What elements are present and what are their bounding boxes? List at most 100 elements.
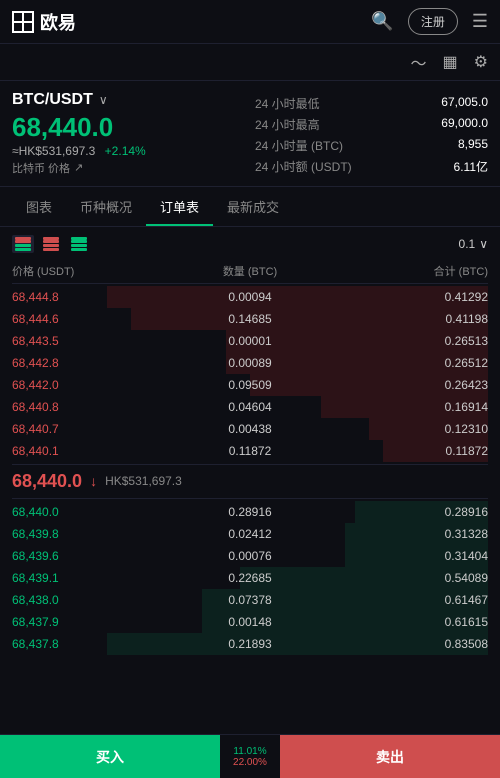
pair-dropdown-icon[interactable]: ∨ [99, 93, 108, 107]
buy-total: 0.31404 [329, 549, 488, 563]
buy-pct: 11.01% [220, 746, 280, 757]
buy-order-row[interactable]: 68,437.90.001480.61615 [12, 611, 488, 633]
header: 欧易 🔍 注册 ☰ [0, 0, 500, 44]
buy-orders: 68,440.00.289160.2891668,439.80.024120.3… [12, 501, 488, 655]
sell-total: 0.26423 [329, 378, 488, 392]
orderbook-controls: 0.1 ∨ [12, 235, 488, 253]
stat3-label: 24 小时量 (BTC) [255, 137, 343, 154]
tab-overview[interactable]: 币种概况 [66, 187, 146, 226]
precision-select[interactable]: 0.1 ∨ [459, 237, 488, 251]
buy-button[interactable]: 买入 [0, 735, 220, 778]
col-price-header: 价格 (USDT) [12, 263, 171, 279]
stat1-value: 67,005.0 [441, 95, 488, 112]
sell-order-row[interactable]: 68,443.50.000010.26513 [12, 330, 488, 352]
sell-qty: 0.04604 [171, 400, 330, 414]
buy-order-row[interactable]: 68,437.80.218930.83508 [12, 633, 488, 655]
stat4-label: 24 小时额 (USDT) [255, 158, 352, 175]
sell-order-row[interactable]: 68,440.70.004380.12310 [12, 418, 488, 440]
tab-chart[interactable]: 图表 [12, 187, 66, 226]
logo-icon [12, 11, 34, 33]
buy-qty: 0.21893 [171, 637, 330, 651]
view-icons [12, 235, 90, 253]
market-info: BTC/USDT ∨ 68,440.0 ≈HK$531,697.3 +2.14%… [0, 81, 500, 187]
bottom-bar: 买入 11.01% 22.00% 卖出 [0, 734, 500, 778]
buy-order-row[interactable]: 68,438.00.073780.61467 [12, 589, 488, 611]
buy-price: 68,439.1 [12, 571, 171, 585]
sell-order-row[interactable]: 68,444.80.000940.41292 [12, 286, 488, 308]
stat-row-2: 24 小时最高 69,000.0 [255, 116, 488, 133]
buy-price: 68,440.0 [12, 505, 171, 519]
logo-text: 欧易 [40, 9, 76, 35]
buy-total: 0.54089 [329, 571, 488, 585]
stat1-label: 24 小时最低 [255, 95, 320, 112]
list-icon[interactable]: ▦ [443, 52, 458, 72]
stat4-value: 6.11亿 [454, 158, 488, 175]
sell-price: 68,443.5 [12, 334, 171, 348]
stat3-value: 8,955 [458, 137, 488, 154]
sell-price: 68,442.8 [12, 356, 171, 370]
price-change: +2.14% [105, 144, 146, 158]
tab-orderbook[interactable]: 订单表 [146, 187, 213, 226]
buy-total: 0.31328 [329, 527, 488, 541]
stat-row-4: 24 小时额 (USDT) 6.11亿 [255, 158, 488, 175]
sell-order-row[interactable]: 68,442.00.095090.26423 [12, 374, 488, 396]
sell-price: 68,444.6 [12, 312, 171, 326]
buy-order-row[interactable]: 68,440.00.289160.28916 [12, 501, 488, 523]
view-both-icon[interactable] [12, 235, 34, 253]
view-sell-icon[interactable] [40, 235, 62, 253]
sell-total: 0.16914 [329, 400, 488, 414]
sell-qty: 0.00089 [171, 356, 330, 370]
sell-qty: 0.00094 [171, 290, 330, 304]
sell-order-row[interactable]: 68,442.80.000890.26512 [12, 352, 488, 374]
market-left: BTC/USDT ∨ 68,440.0 ≈HK$531,697.3 +2.14%… [12, 91, 245, 176]
sell-price: 68,442.0 [12, 378, 171, 392]
buy-qty: 0.22685 [171, 571, 330, 585]
sell-order-row[interactable]: 68,444.60.146850.41198 [12, 308, 488, 330]
sell-order-row[interactable]: 68,440.10.118720.11872 [12, 440, 488, 462]
precision-value: 0.1 [459, 237, 476, 251]
buy-order-row[interactable]: 68,439.10.226850.54089 [12, 567, 488, 589]
buy-qty: 0.02412 [171, 527, 330, 541]
stat2-value: 69,000.0 [441, 116, 488, 133]
buy-total: 0.61615 [329, 615, 488, 629]
sell-total: 0.41198 [329, 312, 488, 326]
sell-total: 0.26512 [329, 356, 488, 370]
orderbook-section: 0.1 ∨ 价格 (USDT) 数量 (BTC) 合计 (BTC) 68,444… [0, 227, 500, 655]
sell-total: 0.26513 [329, 334, 488, 348]
sell-total: 0.11872 [329, 444, 488, 458]
sell-order-row[interactable]: 68,440.80.046040.16914 [12, 396, 488, 418]
buy-order-row[interactable]: 68,439.60.000760.31404 [12, 545, 488, 567]
header-right: 🔍 注册 ☰ [371, 8, 488, 35]
buy-qty: 0.00076 [171, 549, 330, 563]
sell-button[interactable]: 卖出 [280, 735, 500, 778]
hkd-price: ≈HK$531,697.3 +2.14% [12, 144, 245, 158]
buy-price: 68,439.6 [12, 549, 171, 563]
menu-icon[interactable]: ☰ [472, 11, 488, 32]
buy-total: 0.61467 [329, 593, 488, 607]
external-link-icon[interactable]: ↗ [74, 161, 83, 174]
stat-row-1: 24 小时最低 67,005.0 [255, 95, 488, 112]
buy-order-row[interactable]: 68,439.80.024120.31328 [12, 523, 488, 545]
buy-price: 68,438.0 [12, 593, 171, 607]
tab-trades[interactable]: 最新成交 [213, 187, 293, 226]
mid-price-hkd: HK$531,697.3 [105, 474, 182, 488]
view-buy-icon[interactable] [68, 235, 90, 253]
bottom-mid: 11.01% 22.00% [220, 746, 280, 768]
register-button[interactable]: 注册 [408, 8, 458, 35]
tabs: 图表 币种概况 订单表 最新成交 [0, 187, 500, 227]
buy-qty: 0.00148 [171, 615, 330, 629]
settings-icon[interactable]: ⚙ [474, 52, 488, 72]
chart-icon[interactable]: 〜 [411, 50, 427, 74]
mid-price-value: 68,440.0 [12, 471, 82, 492]
precision-dropdown-icon: ∨ [479, 237, 488, 251]
sell-price: 68,440.7 [12, 422, 171, 436]
sell-qty: 0.00001 [171, 334, 330, 348]
sell-qty: 0.00438 [171, 422, 330, 436]
logo: 欧易 [12, 9, 76, 35]
pair-row: BTC/USDT ∨ [12, 91, 245, 109]
buy-qty: 0.07378 [171, 593, 330, 607]
sell-total: 0.41292 [329, 290, 488, 304]
coin-label: 比特币 价格 ↗ [12, 160, 245, 176]
search-icon[interactable]: 🔍 [371, 11, 393, 32]
sell-qty: 0.11872 [171, 444, 330, 458]
